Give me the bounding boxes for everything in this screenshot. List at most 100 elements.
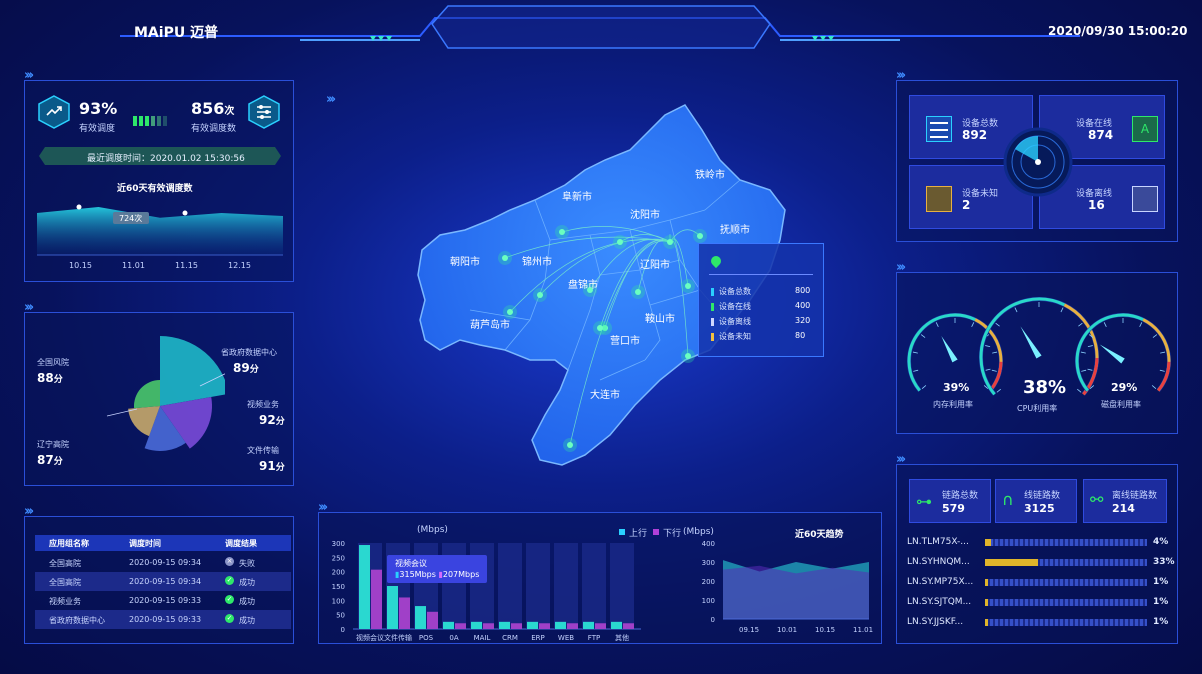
bar-down[interactable]	[567, 623, 578, 629]
bar-down[interactable]	[595, 623, 606, 629]
map-node[interactable]	[667, 239, 673, 245]
map-node[interactable]	[567, 442, 573, 448]
x-category: WEB	[558, 634, 574, 642]
dispatch-x-tick: 11.15	[175, 261, 198, 270]
last-dispatch-bar: 最近调度时间：2020.01.02 15:30:56	[39, 147, 281, 165]
link-row[interactable]: LN.SY.JJSKF... 1%	[907, 615, 1173, 631]
bar-up[interactable]	[443, 621, 454, 629]
map-node[interactable]	[597, 325, 603, 331]
server-icon	[926, 116, 952, 142]
link-row[interactable]: LN.SY.MP75X... 1%	[907, 575, 1173, 591]
bar-up[interactable]	[387, 586, 398, 629]
rose-slice	[160, 336, 225, 406]
map-node[interactable]	[502, 255, 508, 261]
success-icon: ✓	[225, 595, 234, 604]
city-label[interactable]: 铁岭市	[695, 168, 725, 181]
table-row[interactable]: 全国高院 2020-09-15 09:34 ✓ 成功	[35, 572, 291, 591]
city-label[interactable]: 沈阳市	[630, 208, 660, 221]
bar-up[interactable]	[527, 621, 538, 629]
y-tick: 100	[332, 597, 345, 605]
table-row[interactable]: 全国高院 2020-09-15 09:34 × 失败	[35, 553, 291, 572]
link-panel: ⊶ 链路总数 579 ∩ 线链路数 3125 ⚯ 离线链路数 214 LN.TL…	[896, 464, 1178, 644]
wifi-signal-icon: A	[1132, 116, 1158, 142]
map-node[interactable]	[537, 292, 543, 298]
traffic-bar-chart: 0 50 100 150 200 250 300 视频会议 文件传输 POS 0A MAIL CRM ER…	[332, 540, 641, 642]
bar-down[interactable]	[623, 623, 634, 629]
city-label[interactable]: 鞍山市	[645, 312, 675, 325]
city-label[interactable]: 营口市	[610, 334, 640, 347]
bar-up[interactable]	[359, 545, 370, 629]
dispatch-x-tick: 11.01	[122, 261, 145, 270]
datetime: 2020/09/30 15:00:20	[1048, 24, 1188, 38]
map-node[interactable]	[635, 289, 641, 295]
traffic-tooltip-down: 207Mbps	[442, 570, 480, 579]
bar-up[interactable]	[499, 621, 510, 629]
bar-down[interactable]	[371, 569, 382, 629]
map-tooltip: 设备总数 800 设备在线 400 设备离线 320 设备未知 80	[698, 243, 824, 357]
link-name: LN.TLM75X-...	[907, 537, 969, 547]
link-bar	[985, 619, 1147, 626]
city-label[interactable]: 阜新市	[562, 190, 592, 203]
score-value: 87分	[37, 453, 63, 467]
bar-down[interactable]	[483, 623, 494, 629]
link-total-value: 579	[942, 502, 965, 515]
score-value: 91分	[259, 459, 285, 473]
map-node[interactable]	[559, 229, 565, 235]
link-offline-label: 离线链路数	[1112, 491, 1158, 501]
table-header-time: 调度时间	[129, 539, 161, 548]
trend-y-tick: 0	[711, 616, 715, 624]
link-pct: 1%	[1153, 597, 1169, 607]
link-offline-value: 214	[1112, 502, 1135, 515]
map-node[interactable]	[685, 283, 691, 289]
row-result: 成功	[239, 597, 255, 606]
x-category: 其他	[615, 633, 629, 642]
city-label[interactable]: 辽阳市	[640, 258, 670, 271]
bar-down[interactable]	[511, 623, 522, 629]
city-label[interactable]: 盘锦市	[568, 278, 598, 291]
map-node[interactable]	[507, 309, 513, 315]
city-label[interactable]: 大连市	[590, 388, 620, 401]
legend-marker	[711, 318, 714, 326]
x-category: FTP	[588, 634, 600, 642]
rose-slice	[134, 380, 160, 409]
bar-up[interactable]	[471, 621, 482, 629]
bar-up[interactable]	[583, 621, 594, 629]
row-name: 视频业务	[49, 597, 81, 606]
row-time: 2020-09-15 09:34	[129, 558, 202, 567]
bar-down[interactable]	[455, 623, 466, 629]
bar-up[interactable]	[555, 621, 566, 629]
link-bar	[985, 539, 1147, 546]
link-bar-fill	[985, 559, 1039, 566]
table-row[interactable]: 省政府数据中心 2020-09-15 09:33 ✓ 成功	[35, 610, 291, 629]
y-tick: 150	[332, 583, 345, 591]
dispatch-count-label: 有效调度数	[191, 124, 237, 134]
bar-down[interactable]	[427, 611, 438, 629]
table-row[interactable]: 视频业务 2020-09-15 09:33 ✓ 成功	[35, 591, 291, 610]
topology-icon: ⊶	[916, 492, 932, 511]
city-label[interactable]: 锦州市	[522, 255, 552, 268]
city-label[interactable]: 朝阳市	[450, 255, 480, 268]
legend-marker	[711, 303, 714, 311]
city-label[interactable]: 抚顺市	[720, 223, 750, 236]
link-row[interactable]: LN.SYHNQM... 33%	[907, 555, 1175, 571]
bar-up[interactable]	[415, 606, 426, 629]
dispatch-x-tick: 12.15	[228, 261, 251, 270]
map-node[interactable]	[617, 239, 623, 245]
y-tick: 200	[332, 569, 345, 577]
bar-up[interactable]	[611, 621, 622, 629]
link-pct: 1%	[1153, 617, 1169, 627]
city-label[interactable]: 葫芦岛市	[470, 318, 510, 331]
table-header-result: 调度结果	[225, 539, 257, 548]
radar-icon	[1003, 127, 1073, 197]
device-total-value: 892	[962, 128, 988, 142]
link-row[interactable]: LN.SY.SJTQM... 1%	[907, 595, 1173, 611]
link-row[interactable]: LN.TLM75X-... 4%	[907, 535, 1173, 551]
bar-down[interactable]	[399, 597, 410, 629]
legend-marker	[711, 333, 714, 341]
gauge-needle	[1020, 326, 1042, 359]
link-broken-icon: ⚯	[1090, 490, 1104, 509]
bar-down[interactable]	[539, 623, 550, 629]
map-node[interactable]	[685, 353, 691, 359]
map-node[interactable]	[697, 233, 703, 239]
trend-x-tick: 10.01	[777, 626, 797, 634]
